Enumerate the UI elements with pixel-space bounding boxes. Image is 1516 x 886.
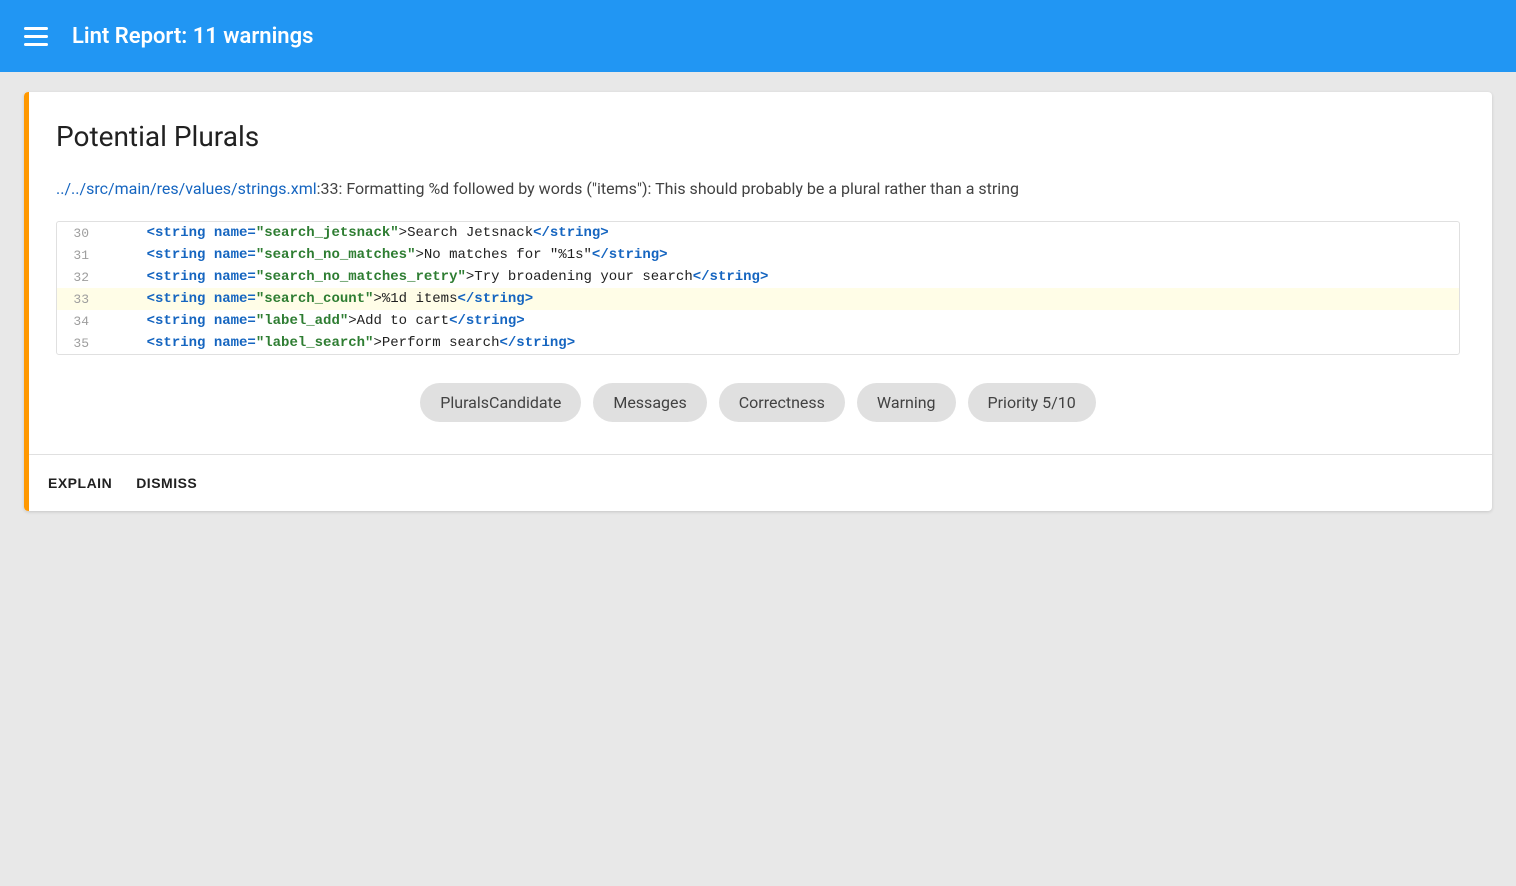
app-header: Lint Report: 11 warnings (0, 0, 1516, 72)
line-content-34: <string name="label_add">Add to cart</st… (105, 313, 533, 329)
line-content-31: <string name="search_no_matches">No matc… (105, 247, 676, 263)
issue-file-link[interactable]: ../../src/main/res/values/strings.xml (56, 179, 317, 198)
code-line-32: 32 <string name="search_no_matches_retry… (57, 266, 1459, 288)
line-content-35: <string name="label_search">Perform sear… (105, 335, 583, 351)
line-content-32: <string name="search_no_matches_retry">T… (105, 269, 776, 285)
card-footer: EXPLAIN DISMISS (24, 455, 1492, 511)
lint-issue-card: Potential Plurals ../../src/main/res/val… (24, 92, 1492, 511)
tag-priority: Priority 5/10 (968, 383, 1096, 422)
code-line-33: 33 <string name="search_count">%1d items… (57, 288, 1459, 310)
line-content-30: <string name="search_jetsnack">Search Je… (105, 225, 617, 241)
tag-correctness: Correctness (719, 383, 845, 422)
code-line-35: 35 <string name="label_search">Perform s… (57, 332, 1459, 354)
code-line-31: 31 <string name="search_no_matches">No m… (57, 244, 1459, 266)
dismiss-button[interactable]: DISMISS (136, 471, 197, 495)
tag-plurals-candidate: PluralsCandidate (420, 383, 581, 422)
card-body: Potential Plurals ../../src/main/res/val… (24, 92, 1492, 454)
issue-title: Potential Plurals (56, 120, 1460, 153)
code-block: 30 <string name="search_jetsnack">Search… (56, 221, 1460, 355)
tag-messages: Messages (593, 383, 706, 422)
line-num-34: 34 (57, 314, 105, 329)
tag-warning: Warning (857, 383, 956, 422)
code-line-34: 34 <string name="label_add">Add to cart<… (57, 310, 1459, 332)
explain-button[interactable]: EXPLAIN (48, 471, 112, 495)
issue-description: ../../src/main/res/values/strings.xml:33… (56, 177, 1460, 201)
tags-row: PluralsCandidate Messages Correctness Wa… (56, 383, 1460, 422)
main-content: Potential Plurals ../../src/main/res/val… (0, 72, 1516, 531)
line-num-31: 31 (57, 248, 105, 263)
line-content-33: <string name="search_count">%1d items</s… (105, 291, 541, 307)
issue-description-text: :33: Formatting %d followed by words ("i… (317, 179, 1019, 198)
menu-icon[interactable] (24, 27, 48, 46)
line-num-35: 35 (57, 336, 105, 351)
line-num-33: 33 (57, 292, 105, 307)
code-line-30: 30 <string name="search_jetsnack">Search… (57, 222, 1459, 244)
header-title: Lint Report: 11 warnings (72, 24, 313, 49)
line-num-30: 30 (57, 226, 105, 241)
line-num-32: 32 (57, 270, 105, 285)
